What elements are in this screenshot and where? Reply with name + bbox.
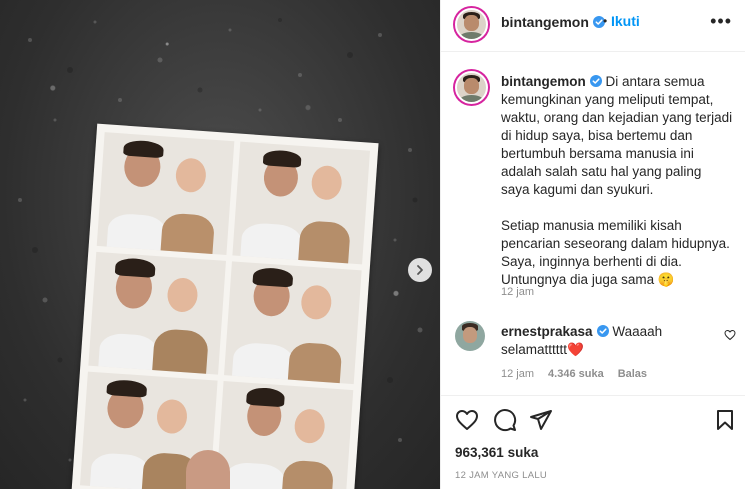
caption-paragraph-2: Setiap manusia memiliki kisah pencarian … <box>501 218 730 287</box>
post-timestamp[interactable]: 12 JAM YANG LALU <box>455 470 547 481</box>
reply-button[interactable]: Balas <box>618 368 647 380</box>
likes-number: 963,361 <box>455 445 504 460</box>
chevron-right-icon <box>417 265 423 275</box>
caption: bintangemon Di antara semua kemungkinan … <box>501 73 733 289</box>
photo-frame <box>224 261 362 385</box>
comment-like-heart-icon[interactable] <box>724 329 736 341</box>
username[interactable]: bintangemon <box>501 14 589 30</box>
more-options-icon[interactable]: ••• <box>710 11 732 32</box>
verified-badge-icon <box>589 75 602 87</box>
action-bar <box>441 395 745 435</box>
comment-timestamp[interactable]: 12 jam <box>501 368 534 380</box>
photo-frame <box>215 381 354 489</box>
next-photo-button[interactable] <box>408 258 432 282</box>
heart-icon[interactable] <box>455 408 479 432</box>
post-header: bintangemon • Ikuti ••• <box>441 0 745 52</box>
comment-icon[interactable] <box>493 408 517 432</box>
post-side-panel: bintangemon • Ikuti ••• bintangemon Di a… <box>440 0 745 489</box>
photo-strip <box>71 123 379 489</box>
avatar[interactable] <box>455 321 485 351</box>
verified-badge-icon <box>596 325 609 337</box>
comment-likes-count[interactable]: 4.346 suka <box>548 368 604 380</box>
comments-section[interactable]: bintangemon Di antara semua kemungkinan … <box>441 53 745 393</box>
likes-word: suka <box>507 445 539 460</box>
comment-meta: 12 jam 4.346 suka Balas <box>501 368 647 380</box>
avatar[interactable] <box>455 71 488 104</box>
follow-button[interactable]: Ikuti <box>611 13 640 29</box>
comment: ernestprakasa Waaaah selamatttttt❤️ <box>501 323 711 359</box>
post-media[interactable] <box>0 0 440 489</box>
separator-dot: • <box>603 14 608 28</box>
likes-count[interactable]: 963,361 suka <box>455 445 538 460</box>
avatar[interactable] <box>455 8 488 41</box>
header-username[interactable]: bintangemon <box>501 14 605 32</box>
caption-timestamp[interactable]: 12 jam <box>501 286 534 298</box>
bookmark-icon[interactable] <box>713 408 737 432</box>
photo-frame <box>88 251 226 375</box>
comment-username[interactable]: ernestprakasa <box>501 324 593 339</box>
share-icon[interactable] <box>529 408 553 432</box>
photo-frame <box>96 132 235 255</box>
photo-frame <box>232 141 371 265</box>
thumb <box>186 450 230 489</box>
caption-paragraph-1: Di antara semua kemungkinan yang meliput… <box>501 74 733 197</box>
caption-username[interactable]: bintangemon <box>501 74 586 89</box>
